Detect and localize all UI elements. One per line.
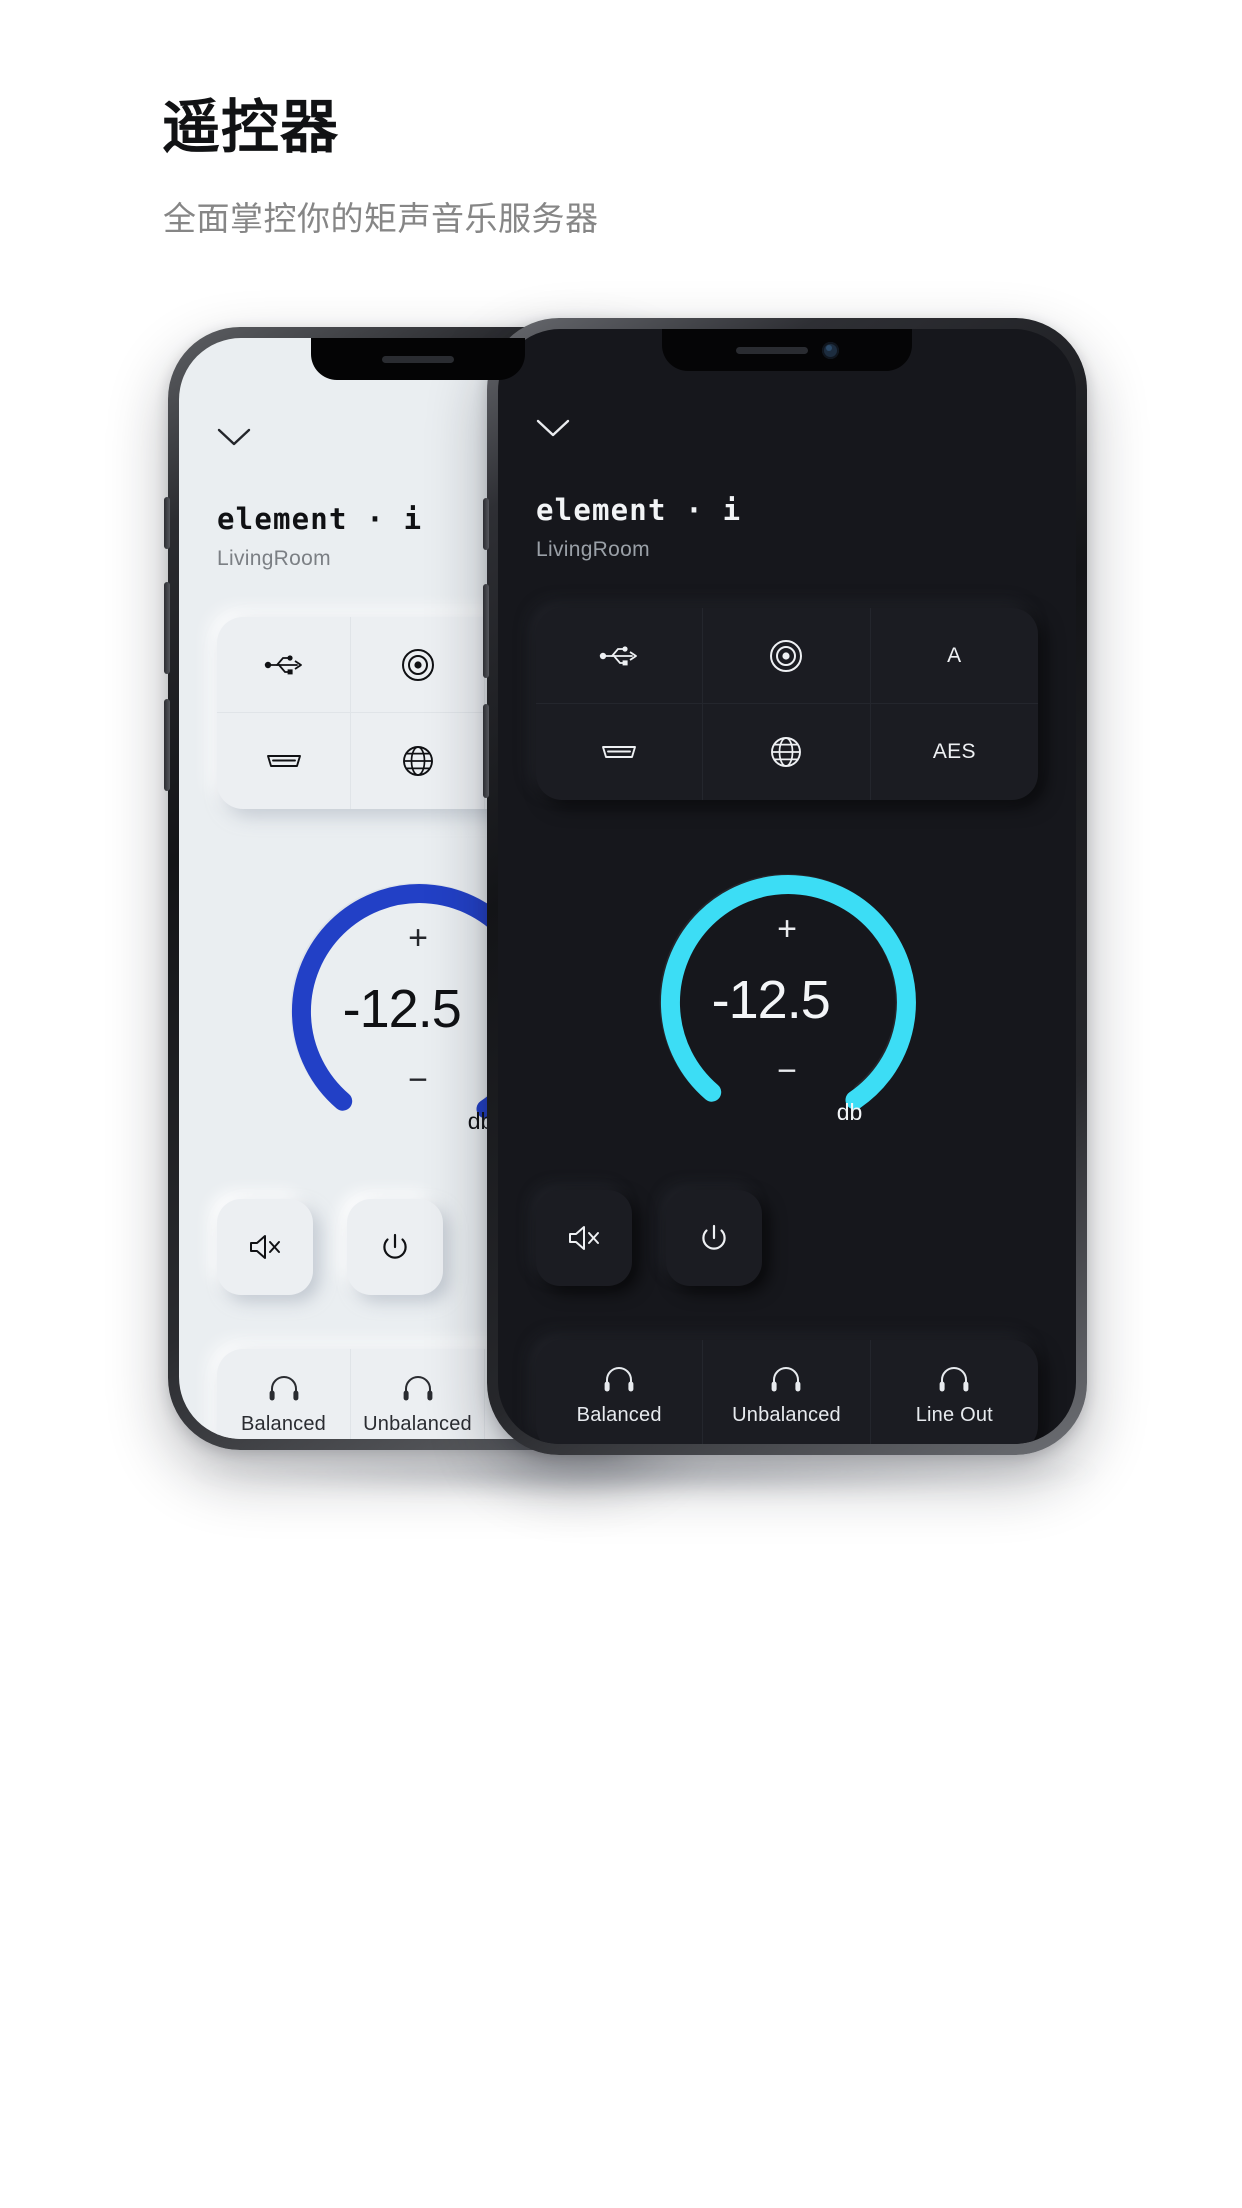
- volume-dial-wrapper: + − -12.5 db: [536, 864, 1038, 1136]
- input-source-aes-label: AES: [932, 740, 976, 763]
- phone-notch: [311, 338, 525, 380]
- output-option-unbalanced[interactable]: Unbalanced: [703, 1340, 871, 1444]
- volume-value: -12.5: [342, 979, 462, 1039]
- input-source-coax-label: A: [947, 643, 962, 667]
- headphone-icon: [269, 1376, 298, 1401]
- output-option-balanced[interactable]: Balanced: [536, 1340, 704, 1444]
- phone-side-button-volume-up[interactable]: [483, 584, 489, 678]
- phone-mockup-dark: element · i LivingRoom A AES + − -12.5 d…: [483, 318, 1087, 1455]
- output-option-lineout[interactable]: Line Out: [871, 1340, 1038, 1444]
- network-icon: [402, 746, 433, 776]
- headphone-icon: [604, 1367, 634, 1392]
- output-option-unbalanced[interactable]: Unbalanced: [351, 1349, 485, 1439]
- volume-unit: db: [836, 1099, 863, 1125]
- input-source-network[interactable]: [703, 704, 871, 800]
- mute-icon: [569, 1226, 599, 1250]
- remote-app-dark: element · i LivingRoom A AES + − -12.5 d…: [498, 329, 1076, 1444]
- mute-button[interactable]: [536, 1190, 632, 1286]
- mute-row: [536, 1190, 1038, 1286]
- input-source-aes[interactable]: AES: [871, 704, 1038, 800]
- headphone-icon: [939, 1367, 969, 1392]
- earpiece-speaker: [735, 346, 808, 354]
- page-subtitle: 全面掌控你的矩声音乐服务器: [163, 200, 599, 237]
- chevron-down-icon[interactable]: [536, 418, 570, 438]
- input-source-hdmi[interactable]: [217, 713, 351, 809]
- network-icon: [771, 737, 802, 767]
- phone-side-button-mute[interactable]: [483, 498, 489, 550]
- phone-side-button-mute[interactable]: [164, 497, 170, 549]
- input-source-optical[interactable]: [703, 608, 871, 704]
- power-button[interactable]: [347, 1199, 443, 1295]
- mute-button[interactable]: [217, 1199, 313, 1295]
- output-selector: Balanced Unbalanced Line Out: [536, 1340, 1038, 1444]
- output-label: Unbalanced: [363, 1413, 472, 1435]
- input-source-optical[interactable]: [351, 617, 485, 713]
- output-label: Line Out: [915, 1404, 993, 1426]
- output-label: Balanced: [241, 1413, 326, 1435]
- device-room: LivingRoom: [536, 538, 650, 561]
- input-source-usb[interactable]: [217, 617, 351, 713]
- optical-icon: [401, 648, 434, 681]
- phone-side-button-volume-down[interactable]: [483, 704, 489, 798]
- promo-page: 遥控器 全面掌控你的矩声音乐服务器 element · i LivingRoom: [0, 0, 1242, 2208]
- mute-icon: [250, 1235, 280, 1259]
- usb-icon: [599, 645, 638, 665]
- volume-dial[interactable]: + − -12.5 db: [651, 864, 923, 1136]
- input-source-hdmi[interactable]: [536, 704, 704, 800]
- input-source-network[interactable]: [351, 713, 485, 809]
- chevron-down-icon[interactable]: [217, 427, 251, 447]
- phone-side-button-volume-down[interactable]: [164, 699, 170, 791]
- front-camera: [821, 341, 839, 359]
- power-icon: [702, 1224, 726, 1250]
- input-source-usb[interactable]: [536, 608, 704, 704]
- power-button[interactable]: [666, 1190, 762, 1286]
- volume-value: -12.5: [711, 970, 831, 1030]
- input-source-grid: A AES: [536, 608, 1038, 800]
- optical-icon: [770, 639, 803, 672]
- device-name: element · i: [536, 493, 742, 527]
- hdmi-icon: [602, 746, 637, 758]
- earpiece-speaker: [382, 355, 454, 363]
- page-title: 遥控器: [162, 95, 340, 160]
- phone-floor-shadow: [190, 1455, 1100, 1497]
- headphone-icon: [772, 1367, 801, 1392]
- input-source-coax[interactable]: A: [870, 608, 1038, 704]
- output-label: Balanced: [576, 1404, 662, 1426]
- volume-readout: -12.5 db: [651, 864, 923, 1136]
- hdmi-icon: [266, 755, 301, 767]
- phone-side-button-volume-up[interactable]: [164, 582, 170, 674]
- phone-screen-dark: element · i LivingRoom A AES + − -12.5 d…: [498, 329, 1076, 1444]
- headphone-icon: [403, 1376, 432, 1401]
- output-label: Unbalanced: [732, 1404, 841, 1426]
- power-icon: [383, 1233, 407, 1259]
- usb-icon: [264, 654, 302, 674]
- output-option-balanced[interactable]: Balanced: [217, 1349, 351, 1439]
- phone-notch: [662, 329, 912, 371]
